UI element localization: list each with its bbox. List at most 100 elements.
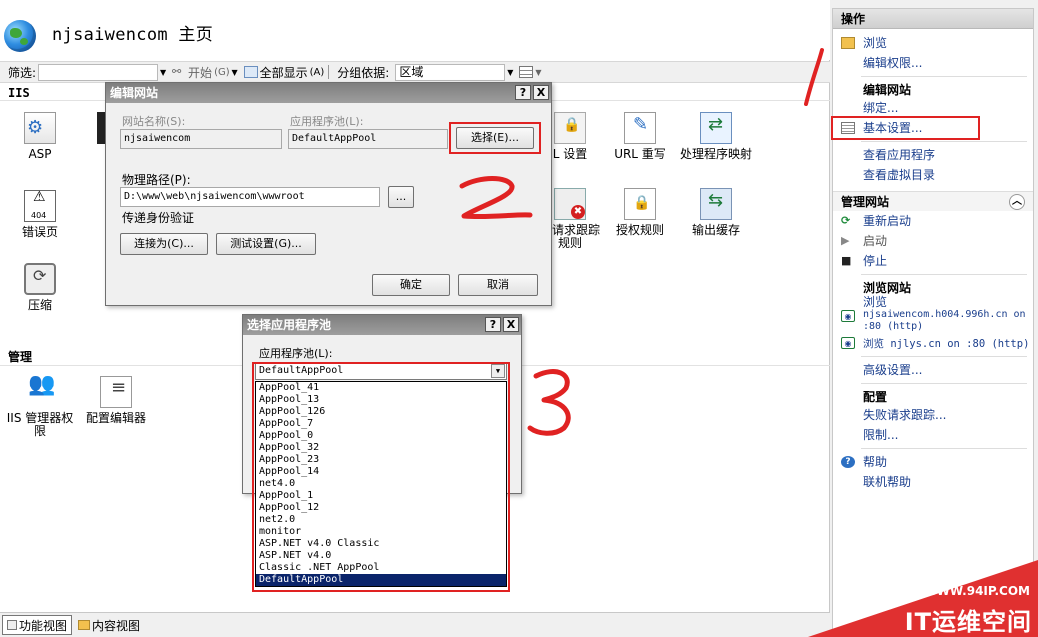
watermark: WWW.94IP.COM IT运维空间: [808, 560, 1038, 637]
filter-label: 筛选:: [8, 65, 37, 80]
action-advanced-settings[interactable]: 高级设置...: [833, 360, 1033, 380]
group-configure: 配置: [863, 390, 888, 404]
help-button[interactable]: ?: [485, 317, 501, 332]
show-all-icon: [243, 66, 258, 78]
tab-features-view[interactable]: 功能视图: [2, 615, 73, 635]
separator: [861, 356, 1027, 357]
edit-site-dialog: 编辑网站 ? X 网站名称(S): njsaiwencom 应用程序池(L): …: [105, 82, 552, 306]
output-cache-icon: [700, 188, 732, 220]
app-pool-label: 应用程序池(L):: [259, 347, 333, 360]
feature-label: IIS 管理器权限: [6, 411, 74, 438]
section-iis: IIS: [8, 86, 30, 100]
feature-handler-mappings[interactable]: 处理程序映射: [680, 112, 752, 161]
restart-icon: ⟳: [841, 214, 851, 227]
dialog-title: 选择应用程序池: [247, 318, 332, 332]
physical-path-field[interactable]: D:\www\web\njsaiwencom\wwwroot: [120, 187, 380, 207]
separator: [861, 448, 1027, 449]
show-all-button[interactable]: 全部显示 (A): [243, 64, 325, 81]
start-button-key: (G): [214, 66, 230, 78]
tab-content-view[interactable]: 内容视图: [74, 615, 144, 635]
browse-url-host: njsaiwencom.h004.996h.cn on: [863, 309, 1026, 320]
action-start[interactable]: ▶ 启动: [833, 231, 1033, 251]
manage-site-header: 管理网站 ︿: [833, 191, 1033, 211]
browse-web-icon: ◉: [841, 337, 855, 349]
group-by-label: 分组依据:: [337, 65, 390, 80]
action-help[interactable]: ? 帮助: [833, 452, 1033, 472]
show-all-key: (A): [309, 66, 325, 78]
view-mode-button[interactable]: ▼: [519, 66, 542, 78]
help-button[interactable]: ?: [515, 85, 531, 100]
site-name-label: 网站名称(S):: [122, 115, 186, 128]
group-by-select[interactable]: 区域: [395, 63, 506, 81]
close-button[interactable]: X: [533, 85, 549, 100]
feature-label: URL 重写: [614, 147, 666, 161]
feature-url-rewrite[interactable]: URL 重写: [602, 112, 678, 161]
ssl-lock-icon: [554, 112, 586, 144]
section-label: 管理网站: [841, 195, 890, 209]
action-browse[interactable]: 浏览: [833, 33, 1033, 53]
feature-config-editor[interactable]: 配置编辑器: [78, 376, 154, 425]
annotation-box-select-button: [449, 122, 541, 154]
feature-label: 输出缓存: [691, 223, 740, 237]
action-failed-request-tracing[interactable]: 失败请求跟踪...: [833, 405, 1033, 425]
features-view-icon: [7, 620, 17, 630]
filter-dropdown-icon[interactable]: ▼: [158, 64, 168, 81]
tab-label: 功能视图: [19, 618, 68, 633]
separator: [861, 76, 1027, 77]
feature-label: 授权规则: [615, 223, 664, 237]
filter-input[interactable]: [38, 63, 159, 81]
group-by-dropdown-icon[interactable]: ▼: [505, 64, 515, 81]
show-all-label: 全部显示: [259, 65, 308, 80]
start-dropdown-icon[interactable]: ▼: [230, 64, 240, 81]
actions-pane: 操作 浏览 编辑权限... 编辑网站 绑定... 基本设置... 查看应用程序 …: [832, 8, 1034, 637]
asp-icon: [24, 112, 56, 144]
action-label: 重新启动: [863, 214, 912, 228]
action-view-applications[interactable]: 查看应用程序: [833, 145, 1033, 165]
close-button[interactable]: X: [503, 317, 519, 332]
feature-asp[interactable]: ASP: [2, 112, 78, 161]
stop-icon: ■: [841, 254, 852, 267]
group-browse-site: 浏览网站: [863, 281, 912, 295]
action-stop[interactable]: ■ 停止: [833, 251, 1033, 271]
folder-icon: [841, 37, 855, 49]
action-online-help[interactable]: 联机帮助: [833, 472, 1033, 492]
start-button-label: 开始: [188, 65, 213, 80]
action-label: 停止: [863, 254, 888, 268]
action-label: 帮助: [863, 455, 888, 469]
feature-output-cache[interactable]: 输出缓存: [678, 188, 754, 237]
test-settings-button[interactable]: 测试设置(G)...: [216, 233, 316, 255]
start-button[interactable]: ⚯ 开始 (G): [172, 64, 230, 81]
app-pool-label: 应用程序池(L):: [290, 115, 364, 128]
action-browse-url-1[interactable]: ◉ 浏览 njsaiwencom.h004.996h.cn on :80 (ht…: [833, 296, 1033, 333]
authorization-icon: [624, 188, 656, 220]
browse-path-button[interactable]: ...: [388, 186, 414, 208]
feature-error-pages[interactable]: 错误页: [2, 190, 78, 239]
action-browse-url-2[interactable]: ◉ 浏览 njlys.cn on :80 (http): [833, 333, 1033, 353]
url-rewrite-icon: [624, 112, 656, 144]
action-bindings[interactable]: 绑定...: [833, 98, 1033, 118]
feature-iis-manager-permissions[interactable]: IIS 管理器权限: [2, 376, 78, 438]
compression-icon: [24, 263, 56, 295]
ok-button[interactable]: 确定: [372, 274, 450, 296]
watermark-text: IT运维空间: [904, 608, 1032, 636]
action-limits[interactable]: 限制...: [833, 425, 1033, 445]
content-view-icon: [78, 620, 91, 630]
watermark-url: WWW.94IP.COM: [923, 584, 1030, 598]
collapse-chevron-icon[interactable]: ︿: [1009, 194, 1025, 210]
dialog-titlebar: 选择应用程序池 ? X: [243, 315, 521, 335]
section-management: 管理: [8, 350, 33, 364]
feature-compression[interactable]: 压缩: [2, 263, 78, 312]
action-label: 浏览: [863, 36, 888, 50]
play-icon: ▶: [841, 234, 850, 247]
feature-label: 压缩: [27, 298, 52, 312]
action-edit-permissions[interactable]: 编辑权限...: [833, 53, 1033, 73]
annotation-box-basic-settings: [831, 116, 980, 140]
action-view-virtual-dirs[interactable]: 查看虚拟目录: [833, 165, 1033, 185]
dialog-titlebar: 编辑网站 ? X: [106, 83, 551, 103]
view-grid-icon: [519, 66, 534, 78]
action-restart[interactable]: ⟳ 重新启动: [833, 211, 1033, 231]
feature-authz-rules[interactable]: 授权规则: [602, 188, 678, 237]
connect-as-button[interactable]: 连接为(C)...: [120, 233, 208, 255]
cancel-button[interactable]: 取消: [458, 274, 538, 296]
page-title: njsaiwencom 主页: [52, 25, 214, 45]
